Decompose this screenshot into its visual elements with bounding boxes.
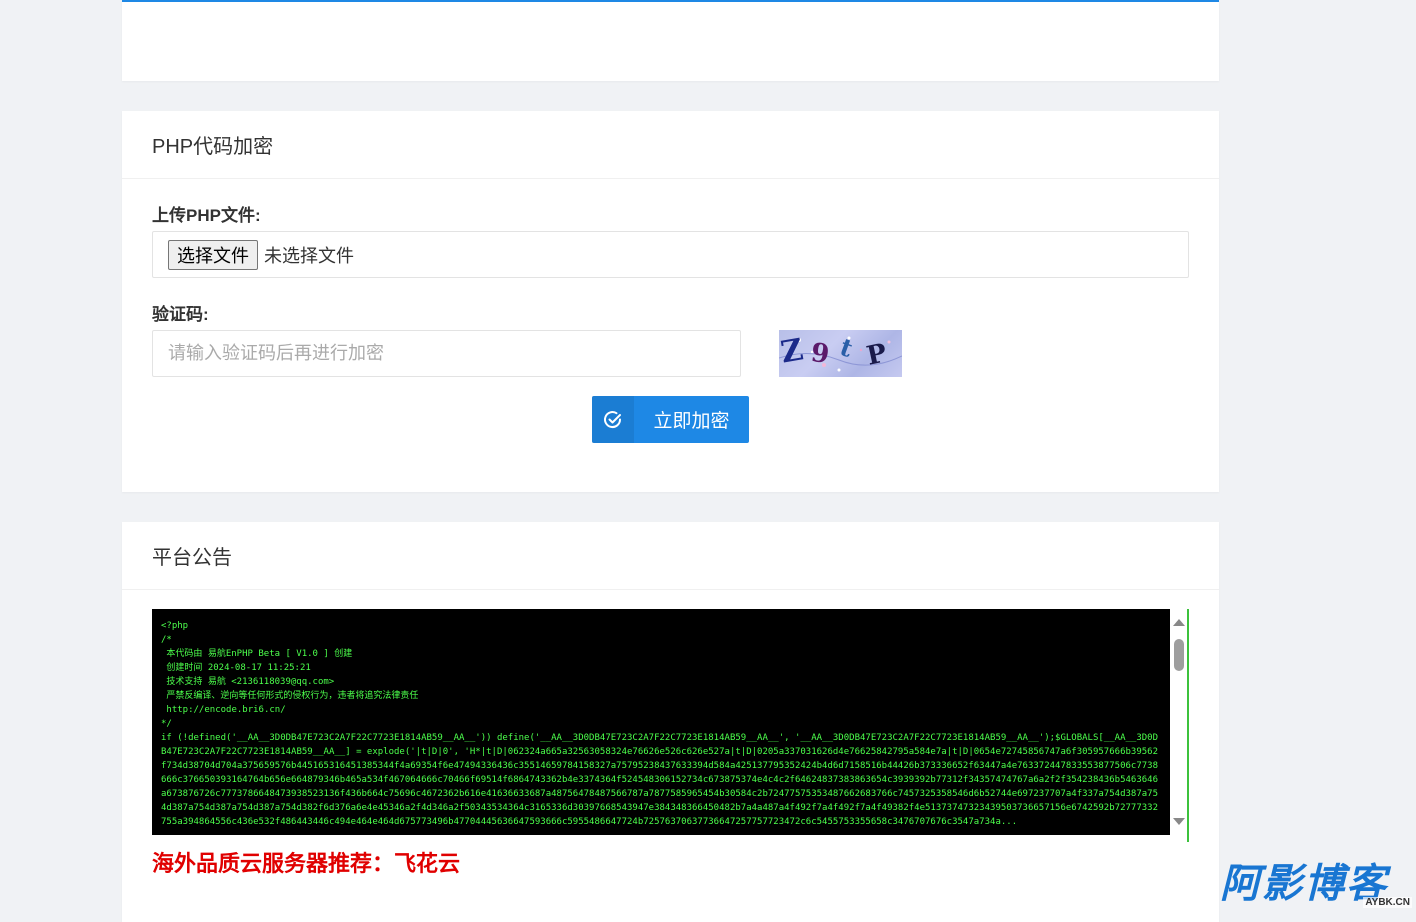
- promo-link[interactable]: 海外品质云服务器推荐：飞花云: [152, 846, 460, 878]
- scroll-down-icon[interactable]: [1173, 818, 1185, 825]
- encrypt-submit-label: 立即加密: [653, 411, 730, 432]
- watermark-domain: AYBK.CN: [1363, 897, 1412, 908]
- notice-card: 平台公告 <?php /* 本代码由 易航EnPHP Beta [ V1.0 ]…: [122, 522, 1219, 922]
- top-card: [122, 0, 1219, 81]
- scroll-thumb[interactable]: [1174, 639, 1184, 671]
- upload-label: 上传PHP文件:: [152, 206, 261, 225]
- scroll-up-icon[interactable]: [1173, 619, 1185, 626]
- check-circle-icon: [592, 396, 634, 443]
- notice-card-title: 平台公告: [122, 522, 1219, 590]
- code-scrollbar[interactable]: [1170, 609, 1187, 835]
- captcha-input[interactable]: [152, 330, 741, 377]
- code-panel: <?php /* 本代码由 易航EnPHP Beta [ V1.0 ] 创建 创…: [152, 609, 1189, 842]
- captcha-label: 验证码:: [152, 305, 209, 324]
- encrypt-card: PHP代码加密 上传PHP文件: 选择文件 未选择文件 验证码: Z 9 t P: [122, 111, 1219, 492]
- site-watermark: 阿影博客 AYBK.CN: [1220, 860, 1416, 910]
- file-status: 未选择文件: [264, 245, 354, 266]
- encrypt-submit-button[interactable]: 立即加密: [592, 396, 749, 443]
- file-upload-field[interactable]: 选择文件 未选择文件: [152, 231, 1189, 278]
- encrypt-card-title: PHP代码加密: [122, 111, 1219, 179]
- code-textarea[interactable]: <?php /* 本代码由 易航EnPHP Beta [ V1.0 ] 创建 创…: [152, 609, 1170, 835]
- captcha-image[interactable]: Z 9 t P: [779, 330, 902, 377]
- choose-file-button[interactable]: 选择文件: [168, 239, 258, 270]
